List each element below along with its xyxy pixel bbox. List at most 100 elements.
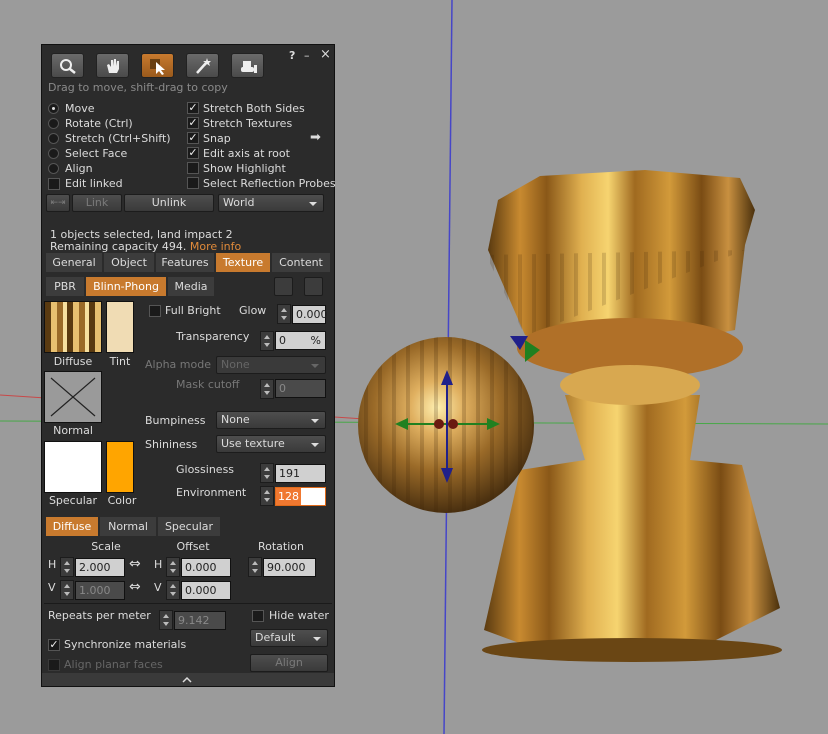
specular-color-swatch[interactable] <box>106 441 134 493</box>
tab-object[interactable]: Object <box>104 253 154 272</box>
sync-materials-checkbox[interactable]: ✓ <box>48 639 60 651</box>
link-arrows-icon[interactable]: ⇤⇥ <box>46 194 70 212</box>
tab-texture[interactable]: Texture <box>216 253 270 272</box>
glossiness-field[interactable]: 191 <box>275 464 326 483</box>
paste-icon[interactable] <box>304 277 323 296</box>
hide-water-label: Hide water <box>269 609 329 622</box>
tab-map-specular[interactable]: Specular <box>158 517 220 536</box>
pointer-icon <box>149 58 165 75</box>
tab-media[interactable]: Media <box>168 277 214 296</box>
shininess-dropdown[interactable]: Use texture <box>216 435 326 453</box>
scale-v-spinner[interactable] <box>60 580 74 600</box>
glossiness-spinner[interactable] <box>260 463 274 483</box>
alpha-mode-label: Alpha mode <box>145 358 211 371</box>
edit-axis-root-checkbox[interactable]: ✓ <box>187 147 199 159</box>
shininess-label: Shininess <box>145 438 198 451</box>
chevron-up-icon <box>182 676 192 683</box>
grab-tool-button[interactable] <box>96 53 129 78</box>
flip-v-icon[interactable]: ⇔ <box>129 579 141 595</box>
rotation-spinner[interactable] <box>248 557 262 577</box>
unlink-button[interactable]: Unlink <box>124 194 214 212</box>
offset-v-field[interactable]: 0.000 <box>181 581 231 600</box>
grid-dropdown[interactable]: World <box>218 194 324 212</box>
rotate-radio[interactable] <box>48 118 59 129</box>
full-bright-checkbox[interactable] <box>149 305 161 317</box>
align-radio[interactable] <box>48 163 59 174</box>
collapse-bar[interactable] <box>42 673 334 686</box>
rotate-label: Rotate (Ctrl) <box>65 117 133 130</box>
copy-icon[interactable] <box>274 277 293 296</box>
help-icon[interactable]: ? <box>289 49 295 62</box>
minimize-icon[interactable]: – <box>304 49 310 62</box>
offset-h-spinner[interactable] <box>166 557 180 577</box>
stretch-both-sides-checkbox[interactable]: ✓ <box>187 102 199 114</box>
mask-cutoff-field[interactable]: 0 <box>275 379 326 398</box>
close-icon[interactable]: × <box>320 47 331 62</box>
bumpiness-dropdown[interactable]: None <box>216 411 326 429</box>
environment-spinner[interactable] <box>260 486 274 506</box>
align-planar-checkbox[interactable] <box>48 659 60 671</box>
select-face-radio[interactable] <box>48 148 59 159</box>
specular-texture-swatch[interactable] <box>44 441 102 493</box>
select-reflection-probes-checkbox[interactable] <box>187 177 199 189</box>
align-mode-dropdown[interactable]: Default <box>250 629 328 647</box>
tab-map-normal[interactable]: Normal <box>100 517 156 536</box>
move-label: Move <box>65 102 95 115</box>
align-button[interactable]: Align <box>250 654 328 672</box>
edit-tool-button[interactable] <box>141 53 174 78</box>
tab-general[interactable]: General <box>46 253 102 272</box>
scale-v-label: V <box>48 581 56 594</box>
rotation-label: Rotation <box>257 540 304 553</box>
show-highlight-checkbox[interactable] <box>187 162 199 174</box>
tab-blinn-phong[interactable]: Blinn-Phong <box>86 277 166 296</box>
scale-h-spinner[interactable] <box>60 557 74 577</box>
link-button[interactable]: Link <box>72 194 122 212</box>
more-info-link[interactable]: More info <box>190 240 241 253</box>
hide-water-checkbox[interactable] <box>252 610 264 622</box>
create-tool-button[interactable] <box>186 53 219 78</box>
move-radio[interactable] <box>48 103 59 114</box>
snap-checkbox[interactable]: ✓ <box>187 132 199 144</box>
bulldozer-icon <box>240 60 257 73</box>
scale-label: Scale <box>91 540 121 553</box>
environment-label: Environment <box>176 486 247 499</box>
sync-materials-label: Synchronize materials <box>64 638 187 651</box>
transparency-field[interactable]: 0% <box>275 331 326 350</box>
offset-h-field[interactable]: 0.000 <box>181 558 231 577</box>
glow-spinner[interactable] <box>277 304 291 324</box>
flip-h-icon[interactable]: ⇔ <box>129 556 141 572</box>
diffuse-texture-swatch[interactable] <box>44 301 102 353</box>
rotation-field[interactable]: 90.000 <box>263 558 316 577</box>
scale-h-label: H <box>48 558 57 571</box>
offset-h-label: H <box>154 558 163 571</box>
edit-linked-checkbox[interactable] <box>48 178 60 190</box>
tint-label: Tint <box>109 355 131 368</box>
mask-cutoff-spinner[interactable] <box>260 379 274 399</box>
tab-pbr[interactable]: PBR <box>46 277 84 296</box>
tab-features[interactable]: Features <box>156 253 214 272</box>
transparency-spinner[interactable] <box>260 331 274 351</box>
tab-map-diffuse[interactable]: Diffuse <box>46 517 98 536</box>
repeats-spinner[interactable] <box>159 610 173 630</box>
scale-v-field[interactable]: 1.000 <box>75 581 125 600</box>
stretch-radio[interactable] <box>48 133 59 144</box>
alpha-mode-dropdown[interactable]: None <box>216 356 326 374</box>
focus-tool-button[interactable] <box>51 53 84 78</box>
build-tools-panel: ? – × Drag to move, shift-drag to copy M… <box>41 44 336 687</box>
environment-field[interactable]: 128 <box>275 487 326 506</box>
scale-h-field[interactable]: 2.000 <box>75 558 125 577</box>
repeats-field[interactable]: 9.142 <box>174 611 226 630</box>
glow-field[interactable]: 0.000 <box>292 305 328 324</box>
offset-v-spinner[interactable] <box>166 580 180 600</box>
divider <box>44 603 332 604</box>
arrow-right-icon[interactable]: ➡ <box>310 130 321 145</box>
stretch-textures-checkbox[interactable]: ✓ <box>187 117 199 129</box>
normal-texture-swatch[interactable] <box>44 371 102 423</box>
land-tool-button[interactable] <box>231 53 264 78</box>
tab-content[interactable]: Content <box>272 253 330 272</box>
stretch-both-sides-label: Stretch Both Sides <box>203 102 305 115</box>
edit-axis-root-label: Edit axis at root <box>203 147 290 160</box>
tint-swatch[interactable] <box>106 301 134 353</box>
tool-hint: Drag to move, shift-drag to copy <box>48 81 228 94</box>
no-texture-icon <box>50 377 96 417</box>
